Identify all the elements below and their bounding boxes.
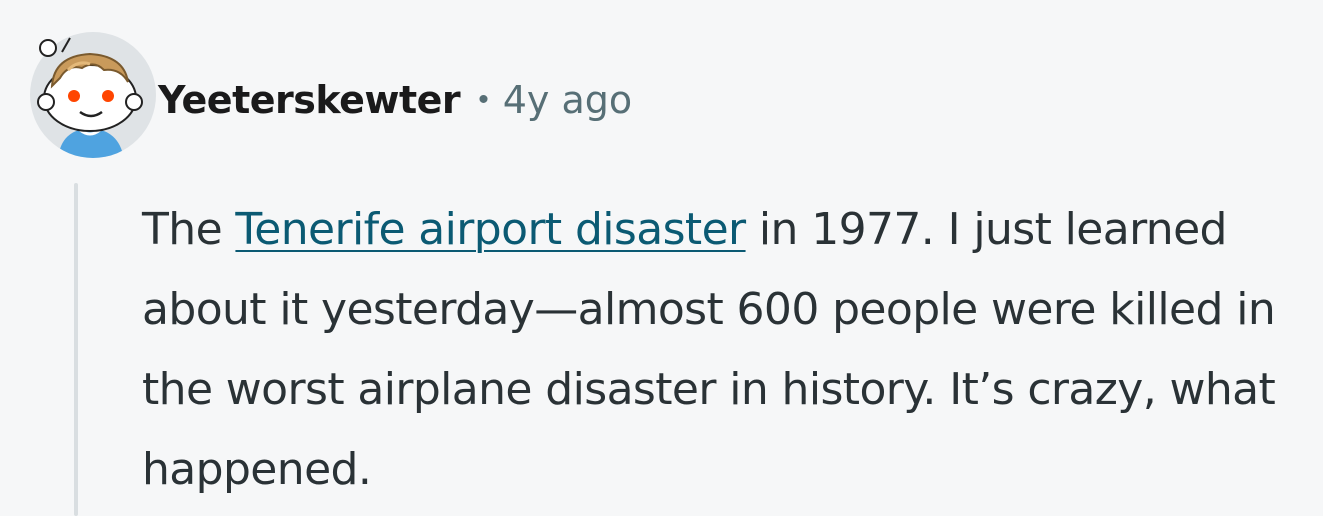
comment-body: The Tenerife airport disaster in 1977. I… — [142, 190, 1312, 510]
meta-separator: • — [478, 83, 489, 116]
comment-link[interactable]: Tenerife airport disaster — [235, 204, 746, 255]
user-avatar-icon[interactable] — [28, 30, 158, 160]
comment-body-text-before: The — [142, 204, 236, 255]
comment-timestamp[interactable]: 4y ago — [503, 78, 632, 122]
comment-header: Yeeterskewter • 4y ago — [158, 72, 632, 128]
snoo-avatar-graphic — [30, 32, 156, 158]
thread-collapse-line[interactable] — [74, 183, 78, 516]
comment-page: Yeeterskewter • 4y ago The Tenerife airp… — [0, 0, 1323, 516]
author-username[interactable]: Yeeterskewter — [158, 78, 461, 122]
